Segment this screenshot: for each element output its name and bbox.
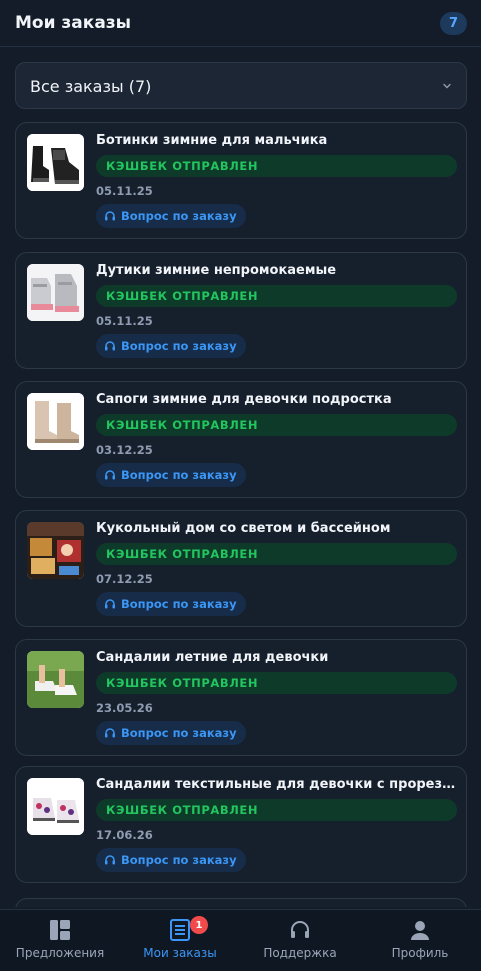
- orders-filter-select[interactable]: Все заказы (7): [15, 62, 467, 109]
- order-card[interactable]: Сандалии летние для девочки КЭШБЕК ОТПРА…: [15, 639, 467, 756]
- nav-offers-label: Предложения: [15, 946, 105, 960]
- headset-icon: [291, 921, 309, 938]
- order-name: Дутики зимние непромокаемые: [96, 263, 337, 278]
- nav-support[interactable]: Поддержка: [240, 910, 360, 971]
- headset-icon: [105, 211, 115, 221]
- cashback-status-badge: КЭШБЕК ОТПРАВЛЕН: [96, 285, 457, 307]
- nav-support-label: Поддержка: [263, 946, 337, 960]
- orders-list-icon: [170, 919, 190, 941]
- cashback-status-badge: КЭШБЕК ОТПРАВЛЕН: [96, 543, 457, 565]
- order-date: 05.11.25: [96, 184, 153, 198]
- product-image: [27, 134, 84, 191]
- product-image: [27, 264, 84, 321]
- order-card[interactable]: Ботинки зимние для мальчика КЭШБЕК ОТПРА…: [15, 122, 467, 239]
- nav-profile-label: Профиль: [391, 946, 449, 960]
- product-image: [27, 651, 84, 708]
- nav-offers[interactable]: Предложения: [0, 910, 120, 971]
- order-question-button[interactable]: Вопрос по заказу: [96, 463, 246, 487]
- dashboard-icon: [50, 920, 70, 940]
- headset-icon: [105, 341, 115, 351]
- order-date: 05.11.25: [96, 314, 153, 328]
- headset-icon: [105, 728, 115, 738]
- nav-profile[interactable]: Профиль: [360, 910, 480, 971]
- order-name: Сандалии летние для девочки: [96, 650, 329, 665]
- order-name: Кукольный дом со светом и бассейном: [96, 521, 391, 536]
- cashback-status-badge: КЭШБЕК ОТПРАВЛЕН: [96, 799, 457, 821]
- page-header: Мои заказы 7: [0, 0, 481, 47]
- headset-icon: [105, 599, 115, 609]
- chevron-down-icon: [443, 83, 451, 89]
- order-question-button[interactable]: Вопрос по заказу: [96, 334, 246, 358]
- nav-my-orders[interactable]: 1 Мои заказы: [120, 910, 240, 971]
- headset-icon: [105, 470, 115, 480]
- order-card[interactable]: Кукольный дом со светом и бассейном КЭШБ…: [15, 510, 467, 627]
- bottom-navigation: Предложения 1 Мои заказы Поддержка Профи…: [0, 909, 481, 971]
- order-question-button[interactable]: Вопрос по заказу: [96, 721, 246, 745]
- order-card[interactable]: Сапоги зимние для девочки подростка КЭШБ…: [15, 381, 467, 498]
- order-date: 07.12.25: [96, 572, 153, 586]
- cashback-status-badge: КЭШБЕК ОТПРАВЛЕН: [96, 414, 457, 436]
- order-question-label: Вопрос по заказу: [121, 726, 237, 740]
- order-question-button[interactable]: Вопрос по заказу: [96, 204, 246, 228]
- order-name: Сандалии текстильные для девочки с проре…: [96, 777, 458, 792]
- order-question-button[interactable]: Вопрос по заказу: [96, 592, 246, 616]
- orders-list: Ботинки зимние для мальчика КЭШБЕК ОТПРА…: [15, 122, 467, 907]
- orders-notification-badge: 1: [190, 916, 208, 934]
- order-question-button[interactable]: Вопрос по заказу: [96, 848, 246, 872]
- order-card[interactable]: Сандалии текстильные для девочки с проре…: [15, 766, 467, 883]
- product-image: [27, 393, 84, 450]
- order-date: 17.06.26: [96, 828, 153, 842]
- order-date: 23.05.26: [96, 701, 153, 715]
- order-question-label: Вопрос по заказу: [121, 853, 237, 867]
- cashback-status-badge: КЭШБЕК ОТПРАВЛЕН: [96, 672, 457, 694]
- order-card[interactable]: [15, 898, 467, 907]
- order-question-label: Вопрос по заказу: [121, 339, 237, 353]
- nav-orders-label: Мои заказы: [143, 946, 217, 960]
- page-title: Мои заказы: [15, 13, 132, 33]
- order-question-label: Вопрос по заказу: [121, 468, 237, 482]
- order-name: Ботинки зимние для мальчика: [96, 133, 328, 148]
- headset-icon: [105, 855, 115, 865]
- order-question-label: Вопрос по заказу: [121, 209, 237, 223]
- order-name: Сапоги зимние для девочки подростка: [96, 392, 392, 407]
- order-date: 03.12.25: [96, 443, 153, 457]
- user-icon: [411, 921, 429, 940]
- order-card[interactable]: Дутики зимние непромокаемые КЭШБЕК ОТПРА…: [15, 252, 467, 369]
- product-image: [27, 522, 84, 579]
- product-image: [27, 778, 84, 835]
- order-question-label: Вопрос по заказу: [121, 597, 237, 611]
- orders-count-badge: 7: [440, 12, 467, 35]
- orders-filter-label: Все заказы (7): [30, 77, 152, 96]
- cashback-status-badge: КЭШБЕК ОТПРАВЛЕН: [96, 155, 457, 177]
